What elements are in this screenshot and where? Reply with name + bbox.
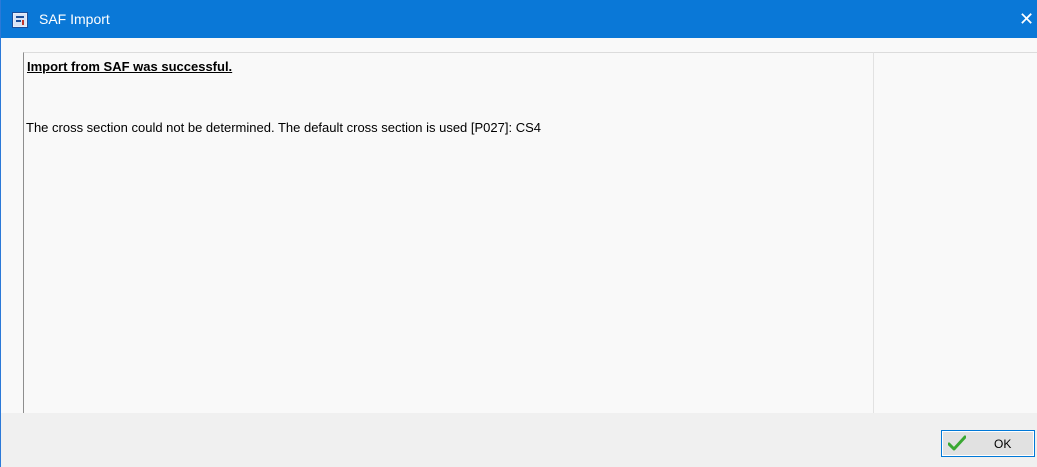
window-title: SAF Import <box>39 11 110 27</box>
button-bar: OK <box>1 413 1037 467</box>
ok-button-label: OK <box>994 437 1012 451</box>
title-bar[interactable]: SAF Import ✕ <box>1 0 1037 38</box>
side-panel <box>874 52 1037 413</box>
ok-button[interactable]: OK <box>941 430 1035 457</box>
content-area: Import from SAF was successful. The cros… <box>1 38 1037 413</box>
message-heading: Import from SAF was successful. <box>27 59 233 74</box>
close-icon[interactable]: ✕ <box>1019 8 1037 30</box>
message-panel[interactable]: Import from SAF was successful. The cros… <box>23 52 874 413</box>
saf-import-dialog: SAF Import ✕ Import from SAF was success… <box>0 0 1037 467</box>
checkmark-icon <box>947 435 967 451</box>
app-icon <box>12 12 28 28</box>
message-line: The cross section could not be determine… <box>26 120 541 135</box>
